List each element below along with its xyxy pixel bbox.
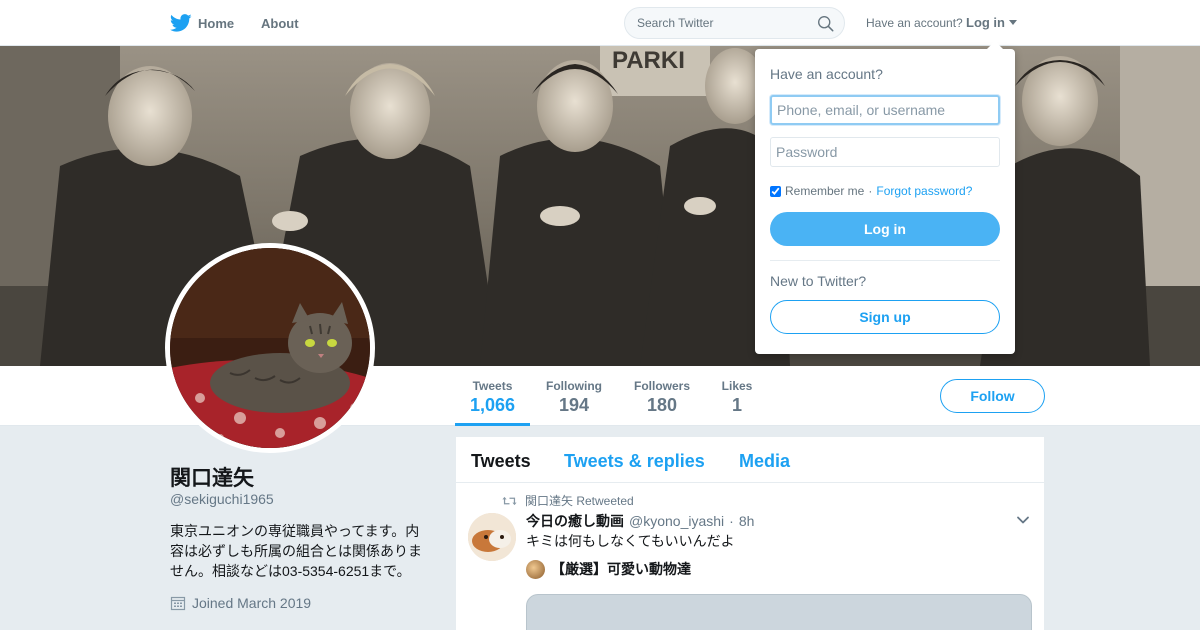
- nav-home-label: Home: [198, 15, 235, 31]
- tweet-media[interactable]: [526, 594, 1032, 630]
- tweet-text: キミは何もしなくてもいいんだよ: [526, 533, 735, 549]
- stat-following[interactable]: Following 194: [540, 366, 608, 426]
- remember-me-checkbox[interactable]: [770, 185, 781, 197]
- calendar-icon: [170, 596, 186, 611]
- tweet-avatar[interactable]: [468, 513, 516, 561]
- stat-value: 194: [558, 395, 590, 415]
- tab-media[interactable]: Media: [739, 451, 790, 472]
- stat-label: Likes: [721, 379, 753, 393]
- search-input[interactable]: [625, 8, 805, 38]
- tweet-link-text: 【厳選】可愛い動物達: [551, 561, 691, 577]
- stat-label: Followers: [633, 379, 690, 393]
- stat-label: Following: [546, 379, 602, 393]
- retweet-text: 関口達矢 Retweeted: [525, 494, 634, 508]
- tab-tweets-replies[interactable]: Tweets & replies: [564, 451, 705, 472]
- tweet-author-handle[interactable]: @kyono_iyashi: [629, 513, 724, 529]
- joined-text: Joined March 2019: [192, 595, 312, 611]
- have-account-text: Have an account?: [866, 16, 963, 30]
- profile-avatar[interactable]: [165, 243, 375, 453]
- top-nav: Home About Have an account? Log in: [0, 0, 1200, 46]
- username-field[interactable]: [770, 95, 1000, 125]
- timeline-tabs: Tweets Tweets & replies Media: [456, 437, 1044, 483]
- twitter-bird-icon: [170, 14, 192, 32]
- link-avatar: [526, 559, 545, 579]
- stat-followers[interactable]: Followers 180: [628, 366, 696, 426]
- svg-text:PARKI: PARKI: [612, 47, 685, 74]
- stat-value: 180: [646, 395, 678, 415]
- search-box: [624, 7, 845, 39]
- tweet-author-name[interactable]: 今日の癒し動画: [526, 511, 624, 531]
- search-icon[interactable]: [817, 15, 834, 32]
- signup-button[interactable]: Sign up: [770, 300, 1000, 334]
- stat-value: 1: [731, 395, 742, 415]
- password-field[interactable]: [770, 137, 1000, 167]
- login-toggle-label: Log in: [966, 15, 1005, 30]
- login-dropdown: Have an account? Remember me · Forgot pa…: [755, 41, 1015, 354]
- login-dropdown-toggle[interactable]: Log in: [966, 15, 1017, 30]
- nav-about-link[interactable]: About: [261, 16, 299, 31]
- timeline: Tweets Tweets & replies Media 関口達矢 Retwe…: [456, 437, 1044, 630]
- stat-tweets[interactable]: Tweets 1,066: [455, 366, 530, 426]
- login-button[interactable]: Log in: [770, 212, 1000, 246]
- retweet-icon: [502, 496, 517, 505]
- caret-down-icon: [1009, 20, 1017, 25]
- tweet-separator: ·: [729, 513, 734, 529]
- dropdown-divider: [770, 260, 1000, 261]
- retweet-context: 関口達矢 Retweeted: [502, 492, 634, 509]
- remember-separator: ·: [868, 184, 873, 198]
- login-dropdown-title: Have an account?: [770, 66, 883, 82]
- new-to-twitter-text: New to Twitter?: [770, 273, 867, 289]
- remember-row: Remember me · Forgot password?: [770, 184, 972, 198]
- nav-home-link[interactable]: Home: [170, 12, 234, 34]
- tweet-timestamp[interactable]: 8h: [739, 513, 755, 529]
- tweet-link[interactable]: 【厳選】可愛い動物達: [526, 559, 691, 579]
- profile-name: 関口達矢: [170, 467, 254, 490]
- stat-likes[interactable]: Likes 1: [715, 366, 759, 426]
- remember-me-label[interactable]: Remember me: [785, 184, 864, 198]
- forgot-password-link[interactable]: Forgot password?: [876, 184, 972, 198]
- stat-label: Tweets: [472, 379, 513, 393]
- profile-bio: 東京ユニオンの専従職員やってます。内容は必ずしも所属の組合とは関係ありません。相…: [170, 523, 422, 579]
- stat-value: 1,066: [469, 395, 516, 415]
- chevron-down-icon[interactable]: [1016, 513, 1030, 527]
- tweet-header: 今日の癒し動画 @kyono_iyashi · 8h: [526, 511, 754, 531]
- profile-joined: Joined March 2019: [170, 595, 311, 611]
- profile-handle: @sekiguchi1965: [170, 491, 274, 507]
- follow-button[interactable]: Follow: [940, 379, 1045, 413]
- tab-tweets[interactable]: Tweets: [471, 451, 531, 472]
- tweet[interactable]: 関口達矢 Retweeted 今日の癒し動画 @kyono_iyashi · 8…: [456, 483, 1044, 630]
